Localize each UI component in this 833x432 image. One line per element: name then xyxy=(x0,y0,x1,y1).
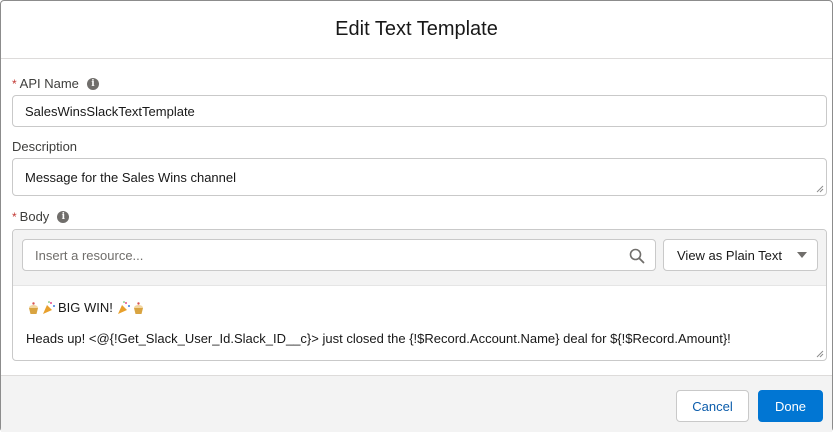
api-name-value: SalesWinsSlackTextTemplate xyxy=(25,103,195,119)
cupcake-icon xyxy=(29,301,38,314)
cupcake-icon xyxy=(133,301,143,314)
required-mark: * xyxy=(12,209,17,224)
body-line-1-text: BIG WIN! xyxy=(58,299,113,315)
description-value: Message for the Sales Wins channel xyxy=(25,169,236,185)
view-mode-select[interactable]: View as Plain Text xyxy=(663,239,818,271)
resource-search-placeholder: Insert a resource... xyxy=(35,247,144,263)
required-mark: * xyxy=(12,76,17,91)
description-label-row: Description xyxy=(12,139,77,154)
body-editor: Insert a resource... View as Plain Text xyxy=(12,229,827,361)
party-popper-icon xyxy=(117,300,130,314)
cancel-button[interactable]: Cancel xyxy=(676,390,749,422)
body-label-row: * Body i xyxy=(12,209,70,224)
api-name-label: API Name xyxy=(19,76,79,91)
info-icon[interactable]: i xyxy=(86,77,99,90)
edit-text-template-modal: Edit Text Template * API Name i SalesWin… xyxy=(0,0,833,432)
resize-handle-icon[interactable] xyxy=(816,350,824,358)
body-toolbar: Insert a resource... View as Plain Text xyxy=(13,230,826,286)
body-label: Body xyxy=(19,209,50,224)
info-icon[interactable]: i xyxy=(57,210,70,223)
done-button[interactable]: Done xyxy=(758,390,823,422)
chevron-down-icon xyxy=(797,252,807,258)
body-line-2: Heads up! <@{!Get_Slack_User_Id.Slack_ID… xyxy=(26,331,731,346)
body-line-1: BIG WIN! xyxy=(26,299,731,315)
resource-search-input[interactable]: Insert a resource... xyxy=(22,239,656,271)
modal-header: Edit Text Template xyxy=(1,1,832,59)
party-popper-icon xyxy=(43,300,55,314)
description-textarea[interactable]: Message for the Sales Wins channel xyxy=(12,158,827,196)
modal-footer: Cancel Done xyxy=(1,375,832,432)
search-icon xyxy=(629,248,645,264)
resize-handle-icon[interactable] xyxy=(816,185,824,193)
description-label: Description xyxy=(12,139,78,154)
modal-title: Edit Text Template xyxy=(335,18,498,40)
view-mode-value: View as Plain Text xyxy=(677,247,783,263)
api-name-input[interactable]: SalesWinsSlackTextTemplate xyxy=(12,95,827,127)
body-text[interactable]: BIG WIN! Heads up! <@{!Get_Slack_User_Id… xyxy=(26,299,731,347)
api-name-label-row: * API Name i xyxy=(12,76,99,91)
